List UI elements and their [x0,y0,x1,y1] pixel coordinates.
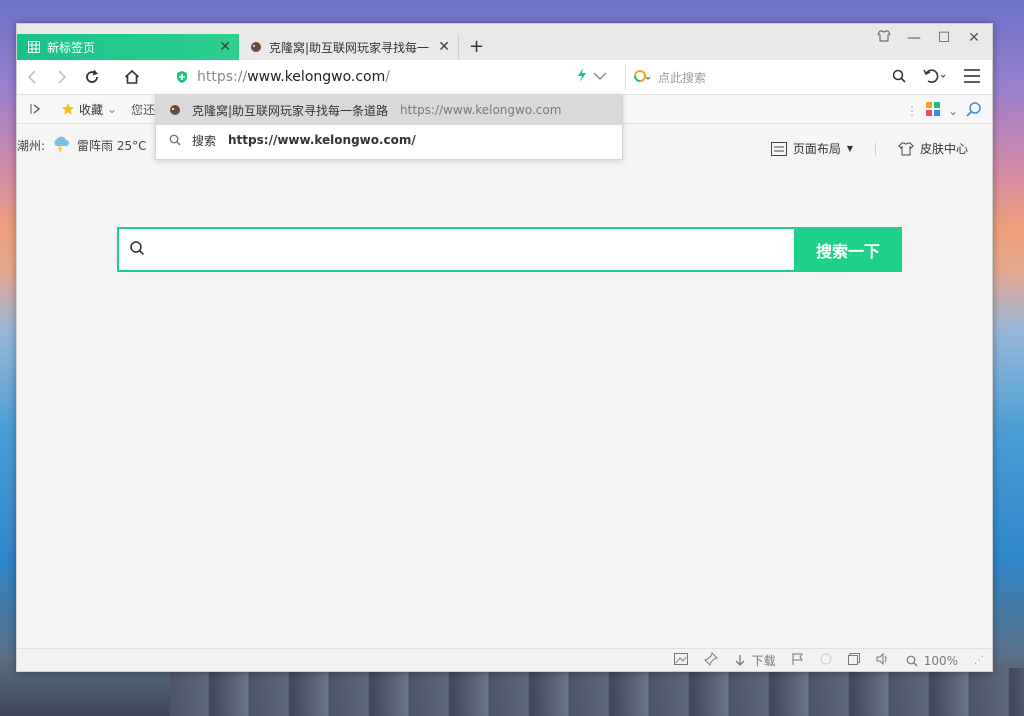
shirt-icon [898,142,914,155]
image-icon[interactable] [673,653,688,668]
suggestion-item[interactable]: 克隆窝|助互联网玩家寻找每一条道路 https://www.kelongwo.c… [156,95,622,125]
search-engine-logo-icon[interactable] [634,69,652,86]
back-button[interactable] [21,66,43,88]
pin-icon[interactable] [703,652,718,669]
skin-center-button[interactable]: 皮肤中心 [898,140,968,157]
search-button[interactable]: 搜索一下 [794,227,902,272]
nav-toolbar: https://www.kelongwo.com/ 点此搜索 [17,60,992,95]
grid-icon [27,40,41,54]
speaker-icon[interactable] [876,652,890,668]
zoom-icon [906,655,918,666]
apps-icon[interactable] [925,102,940,119]
page-tools: 页面布局 ▼ 皮肤中心 [770,140,968,157]
zoom-level: 100% [923,653,958,668]
search-icon [129,240,145,259]
download-button[interactable]: 下载 [734,652,776,669]
page-layout-button[interactable]: 页面布局 ▼ [770,140,853,157]
undo-icon[interactable] [922,68,948,87]
cleaner-icon[interactable] [820,653,832,668]
search-input[interactable] [151,229,794,270]
thunderstorm-icon [51,136,71,155]
favorites-menu[interactable]: 收藏 ⌄ [61,101,117,118]
suggestion-title: 克隆窝|助互联网玩家寻找每一条道路 [192,103,389,118]
weather-desc: 雷阵雨 25°C [77,139,147,153]
browser-window: 新标签页 ✕ 克隆窝|助互联网玩家寻找每一条 ✕ + — ☐ ✕ https:/… [16,23,993,672]
skin-icon[interactable] [876,30,892,46]
flag-icon[interactable] [792,653,804,668]
address-bar[interactable]: https://www.kelongwo.com/ [171,64,621,90]
tab-new-tab[interactable]: 新标签页 ✕ [17,34,239,60]
lightning-icon[interactable] [577,68,587,85]
maximize-icon[interactable]: ☐ [936,30,952,46]
window-icon[interactable] [847,653,860,668]
url-text[interactable]: https://www.kelongwo.com/ [197,69,390,85]
close-icon[interactable]: ✕ [219,39,231,55]
download-label: 下载 [751,654,776,668]
forward-button[interactable] [51,66,73,88]
site-favicon-icon [168,103,182,117]
bookmark-hint: 您还 [131,102,156,117]
suggestion-search-label: 搜索 [192,133,217,148]
tab-bar: 新标签页 ✕ 克隆窝|助互联网玩家寻找每一条 ✕ + — ☐ ✕ [17,24,992,60]
menu-icon[interactable] [964,69,980,86]
status-bar: 下载 100% ⋰ [17,648,992,671]
zoom-control[interactable]: 100% [906,654,958,668]
tab-title: 克隆窝|助互联网玩家寻找每一条 [269,40,429,55]
close-icon[interactable]: ✕ [438,39,450,55]
url-scheme: https:// [197,69,248,85]
new-tab-button[interactable]: + [469,36,484,57]
search-icon [168,133,182,147]
search-engine-box[interactable]: 点此搜索 [625,64,924,90]
close-window-icon[interactable]: ✕ [966,30,982,46]
site-favicon-icon [249,40,263,54]
tab-title: 新标签页 [47,40,96,55]
main-search: 搜索一下 [117,227,902,272]
favorites-label: 收藏 [79,102,104,117]
url-host: www.kelongwo.com [247,69,386,85]
weather-widget[interactable]: 潮州: 雷阵雨 25°C [17,136,147,155]
download-icon [735,654,745,666]
minimize-icon[interactable]: — [906,30,922,46]
suggestion-search-item[interactable]: 搜索 https://www.kelongwo.com/ [156,125,622,155]
resize-grip-icon[interactable]: ⋰ [974,655,984,666]
desktop-background [170,668,1024,716]
search-icon[interactable] [892,69,906,86]
address-suggestions: 克隆窝|助互联网玩家寻找每一条道路 https://www.kelongwo.c… [155,94,623,160]
weather-city: 潮州: [17,139,46,153]
page-layout-label: 页面布局 [792,142,841,156]
chevron-down-icon[interactable]: ⌄ [948,104,958,118]
dropdown-chevron-icon[interactable] [593,70,607,84]
layout-icon [770,141,787,156]
tab-kelongwo[interactable]: 克隆窝|助互联网玩家寻找每一条 ✕ [239,34,459,60]
more-dots-icon[interactable]: ⋮ [906,104,918,118]
suggestion-url: https://www.kelongwo.com [400,103,562,117]
reload-button[interactable] [81,66,103,88]
chevron-down-icon: ⌄ [107,102,118,116]
sidebar-toggle-icon[interactable] [29,103,41,115]
search-input-box[interactable] [117,227,794,272]
url-path: / [385,69,390,85]
home-button[interactable] [121,66,143,88]
star-icon [62,103,74,115]
search-placeholder: 点此搜索 [658,70,707,85]
suggestion-query: https://www.kelongwo.com/ [228,133,416,147]
divider [874,142,876,155]
security-shield-icon[interactable] [175,70,189,84]
zoom-search-icon[interactable] [966,101,982,120]
skin-center-label: 皮肤中心 [919,142,968,156]
